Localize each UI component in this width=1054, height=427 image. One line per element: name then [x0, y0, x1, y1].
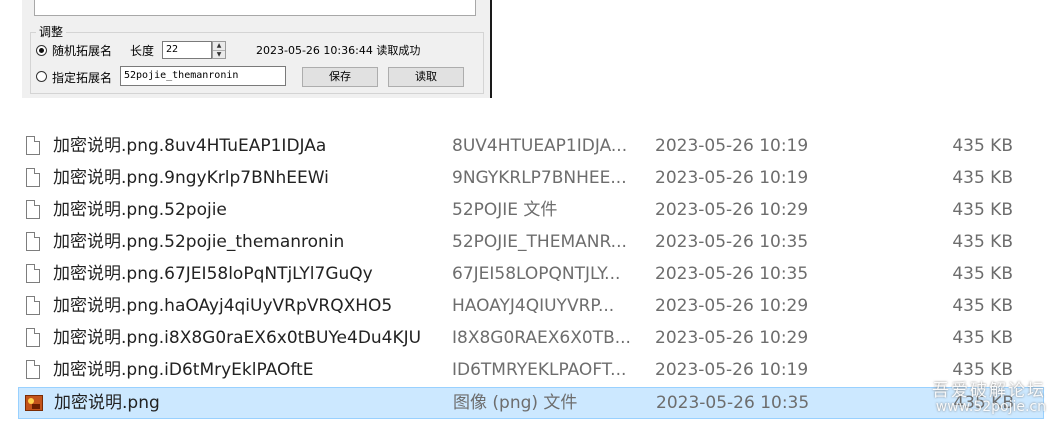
read-button[interactable]: 读取: [388, 67, 464, 87]
file-name: 加密说明.png.iD6tMryEklPAOftE: [53, 360, 314, 380]
generic-file-icon: [26, 232, 40, 251]
file-size: 435 KB: [952, 168, 1013, 188]
generic-file-icon: [26, 136, 40, 155]
file-row[interactable]: 加密说明.png.67JEI58loPqNTjLYl7GuQy 67JEI58L…: [18, 258, 1044, 290]
file-name: 加密说明.png.52pojie: [53, 200, 227, 220]
file-row[interactable]: 加密说明.png.9ngyKrlp7BNhEEWi 9NGYKRLP7BNHEE…: [18, 162, 1044, 194]
specified-ext-label: 指定拓展名: [52, 71, 113, 85]
groupbox-title: 调整: [36, 23, 67, 40]
file-size: 435 KB: [952, 136, 1013, 156]
save-button[interactable]: 保存: [302, 67, 378, 87]
file-size: 435 KB: [952, 296, 1013, 316]
file-type: ID6TMRYEKLPAOFT...: [452, 360, 627, 380]
length-input[interactable]: 22: [162, 41, 212, 59]
file-name: 加密说明.png.8uv4HTuEAP1IDJAa: [53, 136, 327, 156]
file-type: 52POJIE_THEMANR...: [452, 232, 627, 252]
file-date: 2023-05-26 10:35: [655, 264, 809, 284]
file-date: 2023-05-26 10:19: [655, 168, 809, 188]
watermark-title: 吾爱破解论坛: [932, 381, 1046, 401]
specified-ext-input[interactable]: 52pojie_themanronin: [120, 66, 286, 86]
spin-up-icon[interactable]: ▲: [213, 42, 225, 51]
length-label: 长度: [130, 44, 155, 58]
file-date: 2023-05-26 10:35: [655, 232, 809, 252]
settings-dialog: 调整 随机拓展名 长度 22 ▲ ▼ 2023-05-26 10:36:44 读…: [22, 0, 492, 98]
generic-file-icon: [26, 360, 40, 379]
file-type: I8X8G0RAEX6X0TB...: [452, 328, 631, 348]
specified-ext-radio[interactable]: [36, 71, 47, 82]
file-date: 2023-05-26 10:29: [655, 328, 809, 348]
file-row[interactable]: 加密说明.png.haOAyj4qiUyVRpVRQXHO5 HAOAYJ4QI…: [18, 290, 1044, 322]
file-name: 加密说明.png.67JEI58loPqNTjLYl7GuQy: [53, 264, 373, 284]
image-file-icon: [25, 395, 43, 411]
site-watermark: 吾爱破解论坛 www.52pojie.cn: [932, 376, 1046, 415]
file-type: 52POJIE 文件: [452, 200, 558, 220]
file-name: 加密说明.png.52pojie_themanronin: [53, 232, 345, 252]
file-size: 435 KB: [952, 328, 1013, 348]
file-date: 2023-05-26 10:19: [655, 136, 809, 156]
file-type: 图像 (png) 文件: [453, 393, 578, 413]
file-row[interactable]: 加密说明.png.52pojie_themanronin 52POJIE_THE…: [18, 226, 1044, 258]
status-text: 2023-05-26 10:36:44 读取成功: [256, 44, 421, 57]
spin-down-icon[interactable]: ▼: [213, 51, 225, 59]
file-size: 435 KB: [952, 232, 1013, 252]
file-size: 435 KB: [952, 264, 1013, 284]
random-ext-label: 随机拓展名: [52, 44, 113, 58]
file-name: 加密说明.png.9ngyKrlp7BNhEEWi: [53, 168, 329, 188]
watermark-url: www.52pojie.cn: [935, 399, 1046, 415]
file-date: 2023-05-26 10:29: [655, 200, 809, 220]
generic-file-icon: [26, 328, 40, 347]
generic-file-icon: [26, 264, 40, 283]
file-size: 435 KB: [952, 200, 1013, 220]
file-name: 加密说明.png.haOAyj4qiUyVRpVRQXHO5: [53, 296, 393, 316]
file-row[interactable]: 加密说明.png.8uv4HTuEAP1IDJAa 8UV4HTUEAP1IDJ…: [18, 130, 1044, 162]
file-date: 2023-05-26 10:19: [655, 360, 809, 380]
file-type: 8UV4HTUEAP1IDJA...: [452, 136, 628, 156]
file-date: 2023-05-26 10:35: [656, 393, 810, 413]
file-type: HAOAYJ4QIUYVRP...: [452, 296, 615, 316]
file-row-selected[interactable]: 加密说明.png 图像 (png) 文件 2023-05-26 10:35 43…: [18, 387, 1044, 419]
file-date: 2023-05-26 10:29: [655, 296, 809, 316]
file-row[interactable]: 加密说明.png.i8X8G0raEX6x0tBUYe4Du4KJU I8X8G…: [18, 322, 1044, 354]
generic-file-icon: [26, 200, 40, 219]
length-spinner[interactable]: ▲ ▼: [212, 41, 226, 59]
file-name: 加密说明.png.i8X8G0raEX6x0tBUYe4Du4KJU: [53, 328, 422, 348]
generic-file-icon: [26, 296, 40, 315]
generic-file-icon: [26, 168, 40, 187]
top-text-field[interactable]: [34, 0, 476, 16]
file-name: 加密说明.png: [54, 393, 160, 413]
file-type: 67JEI58LOPQNTJLY...: [452, 264, 621, 284]
random-ext-radio[interactable]: [36, 45, 47, 56]
file-type: 9NGYKRLP7BNHEE...: [452, 168, 627, 188]
file-row[interactable]: 加密说明.png.52pojie 52POJIE 文件 2023-05-26 1…: [18, 194, 1044, 226]
file-row[interactable]: 加密说明.png.iD6tMryEklPAOftE ID6TMRYEKLPAOF…: [18, 354, 1044, 386]
